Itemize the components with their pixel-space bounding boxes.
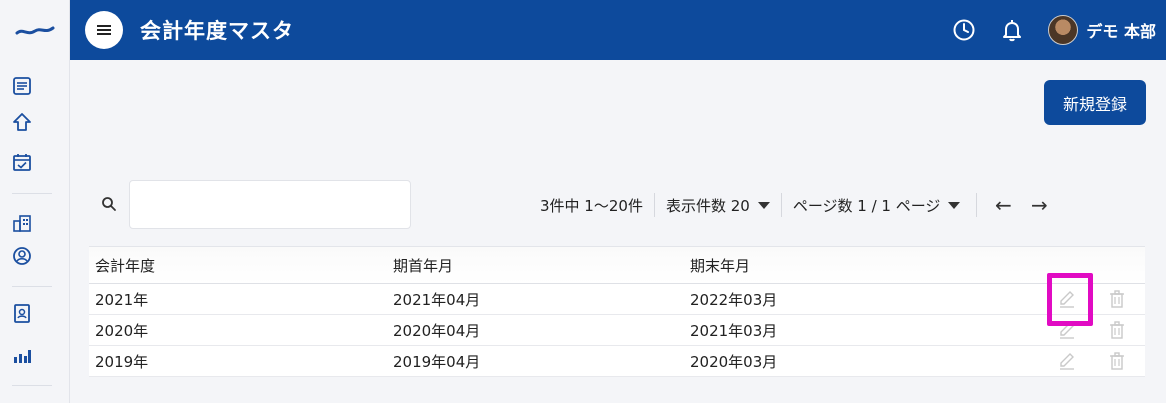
history-clock-icon[interactable] [952, 18, 976, 42]
cell-start-month: 2021年04月 [393, 290, 481, 309]
pager-separator [780, 193, 782, 217]
search-input[interactable] [129, 180, 411, 229]
calendar-check-icon[interactable] [11, 151, 33, 173]
caret-down-icon [948, 201, 961, 209]
cell-start-month: 2020年04月 [393, 321, 481, 340]
building-icon[interactable] [11, 212, 33, 234]
cell-end-month: 2020年03月 [690, 352, 778, 371]
bell-icon[interactable] [1000, 18, 1024, 42]
page-select[interactable]: ページ数 1 / 1 ページ [793, 195, 961, 216]
page-title: 会計年度マスタ [140, 19, 294, 43]
logo-icon [15, 26, 54, 35]
caret-down-icon [757, 201, 770, 209]
prev-page-button[interactable]: ← [988, 193, 1018, 217]
cell-fiscal-year: 2019年 [95, 352, 149, 371]
next-page-button[interactable]: → [1024, 193, 1054, 217]
user-circle-icon[interactable] [11, 245, 33, 267]
new-registration-button[interactable]: 新規登録 [1044, 80, 1146, 125]
cell-start-month: 2019年04月 [393, 352, 481, 371]
fiscal-year-table: 会計年度 期首年月 期末年月 2021年 2021年04月 2022年03月 2… [89, 246, 1145, 377]
cell-fiscal-year: 2020年 [95, 321, 149, 340]
menu-button[interactable] [85, 11, 123, 49]
column-header-end-month[interactable]: 期末年月 [684, 255, 984, 276]
bar-chart-icon[interactable] [11, 344, 33, 366]
table-row[interactable]: 2019年 2019年04月 2020年03月 [89, 346, 1145, 377]
per-page-label: 表示件数 20 [665, 196, 750, 215]
record-count: 3件中 1〜20件 [540, 196, 643, 215]
home-icon[interactable] [11, 111, 33, 133]
top-bar: 会計年度マスタ デモ 本部 [70, 0, 1166, 60]
logo [0, 0, 69, 60]
cell-fiscal-year: 2021年 [95, 290, 149, 309]
id-badge-icon[interactable] [11, 302, 33, 324]
cell-end-month: 2021年03月 [690, 321, 778, 340]
edit-icon[interactable] [1056, 350, 1078, 372]
cell-end-month: 2022年03月 [690, 290, 778, 309]
pager-separator [976, 193, 978, 217]
trash-icon[interactable] [1106, 350, 1128, 372]
column-header-start-month[interactable]: 期首年月 [387, 255, 684, 276]
sidebar-divider [12, 286, 52, 287]
sidebar-divider [12, 193, 52, 194]
user-name[interactable]: デモ 本部 [1086, 18, 1156, 42]
column-header-fiscal-year[interactable]: 会計年度 [89, 255, 387, 276]
pager-separator [653, 193, 655, 217]
trash-icon[interactable] [1106, 288, 1128, 310]
list-icon[interactable] [11, 75, 33, 97]
per-page-select[interactable]: 表示件数 20 [666, 195, 770, 216]
search-icon [102, 197, 116, 211]
page-label: ページ数 1 / 1 ページ [792, 196, 941, 215]
trash-icon[interactable] [1106, 319, 1128, 341]
edit-icon[interactable] [1056, 319, 1078, 341]
table-row[interactable]: 2020年 2020年04月 2021年03月 [89, 315, 1145, 346]
sidebar [0, 0, 70, 403]
avatar[interactable] [1048, 15, 1079, 45]
table-row[interactable]: 2021年 2021年04月 2022年03月 [89, 284, 1145, 315]
edit-icon[interactable] [1056, 288, 1078, 310]
sidebar-divider [12, 385, 52, 386]
hamburger-icon [97, 25, 111, 35]
pagination-bar: 3件中 1〜20件 表示件数 20 ページ数 1 / 1 ページ ← → [540, 191, 1054, 219]
table-header: 会計年度 期首年月 期末年月 [89, 246, 1145, 284]
